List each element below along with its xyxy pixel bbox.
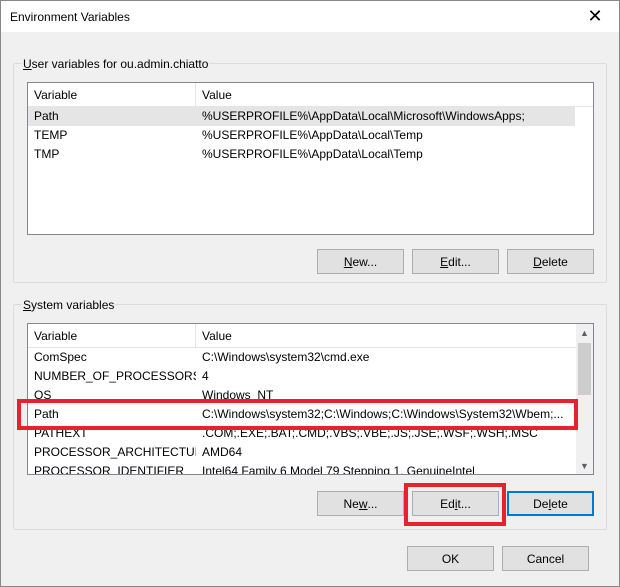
variable-name: PROCESSOR_IDENTIFIER [34,464,185,475]
variable-name: PROCESSOR_ARCHITECTURE [34,445,196,459]
system-list-scrollbar[interactable]: ▲ ▼ [576,324,593,474]
ok-button[interactable]: OK [407,546,494,571]
window-title: Environment Variables [10,10,130,24]
user-list-header: Variable Value [28,83,593,107]
user-delete-button[interactable]: Delete [507,249,594,274]
system-variables-list[interactable]: Variable Value ComSpec C:\Windows\system… [27,323,594,475]
variable-value: Intel64 Family 6 Model 79 Stepping 1, Ge… [202,464,475,475]
variable-value: C:\Windows\system32;C:\Windows;C:\Window… [202,407,564,421]
variable-name: NUMBER_OF_PROCESSORS [34,369,196,383]
system-var-row-os[interactable]: OS Windows_NT [28,386,578,405]
scroll-down-icon[interactable]: ▼ [576,457,593,474]
system-var-row-processor-architecture[interactable]: PROCESSOR_ARCHITECTURE AMD64 [28,443,578,462]
variable-value: .COM;.EXE;.BAT;.CMD;.VBS;.VBE;.JS;.JSE;.… [202,426,538,440]
variable-value: %USERPROFILE%\AppData\Local\Microsoft\Wi… [202,109,525,123]
variable-name: ComSpec [34,350,87,364]
variable-name: PATHEXT [34,426,88,440]
system-variables-label: System variables [22,298,116,312]
column-header-value[interactable]: Value [196,83,593,107]
column-header-variable[interactable]: Variable [28,83,196,107]
variable-value: %USERPROFILE%\AppData\Local\Temp [202,147,423,161]
variable-value: 4 [202,369,209,383]
user-var-row-path[interactable]: Path %USERPROFILE%\AppData\Local\Microso… [28,107,575,126]
column-header-variable[interactable]: Variable [28,324,196,348]
system-new-button[interactable]: Ne w... [317,491,404,516]
user-var-row-temp[interactable]: TEMP %USERPROFILE%\AppData\Local\Temp [28,126,575,145]
scroll-up-icon[interactable]: ▲ [576,324,593,341]
user-variables-list[interactable]: Variable Value Path %USERPROFILE%\AppDat… [27,82,594,235]
user-variables-label: User variables for ou.admin.chiatto [22,57,210,71]
system-var-row-number-of-processors[interactable]: NUMBER_OF_PROCESSORS 4 [28,367,578,386]
variable-name: Path [34,407,59,421]
variable-value: C:\Windows\system32\cmd.exe [202,350,370,364]
system-edit-button[interactable]: Ed i t... [412,491,499,516]
variable-name: OS [34,388,52,402]
variable-name: TEMP [34,128,68,142]
variable-value: AMD64 [202,445,243,459]
system-delete-button[interactable]: De l ete [507,491,594,516]
environment-variables-dialog: Environment Variables ✕ User variables f… [0,0,620,587]
variable-name: Path [34,109,59,123]
system-var-row-path[interactable]: Path C:\Windows\system32;C:\Windows;C:\W… [28,405,578,424]
title-bar[interactable]: Environment Variables ✕ [1,1,619,32]
user-var-row-tmp[interactable]: TMP %USERPROFILE%\AppData\Local\Temp [28,145,575,164]
system-var-row-pathext[interactable]: PATHEXT .COM;.EXE;.BAT;.CMD;.VBS;.VBE;.J… [28,424,578,443]
variable-value: Windows_NT [202,388,274,402]
user-new-button[interactable]: New... [317,249,404,274]
system-var-row-processor-identifier[interactable]: PROCESSOR_IDENTIFIER Intel64 Family 6 Mo… [28,462,578,475]
system-list-header: Variable Value [28,324,593,348]
variable-name: TMP [34,147,60,161]
close-icon[interactable]: ✕ [573,1,617,31]
column-header-value[interactable]: Value [196,324,578,348]
scrollbar-thumb[interactable] [578,343,591,395]
system-var-row-comspec[interactable]: ComSpec C:\Windows\system32\cmd.exe [28,348,578,367]
cancel-button[interactable]: Cancel [502,546,589,571]
user-edit-button[interactable]: Edit... [412,249,499,274]
variable-value: %USERPROFILE%\AppData\Local\Temp [202,128,423,142]
